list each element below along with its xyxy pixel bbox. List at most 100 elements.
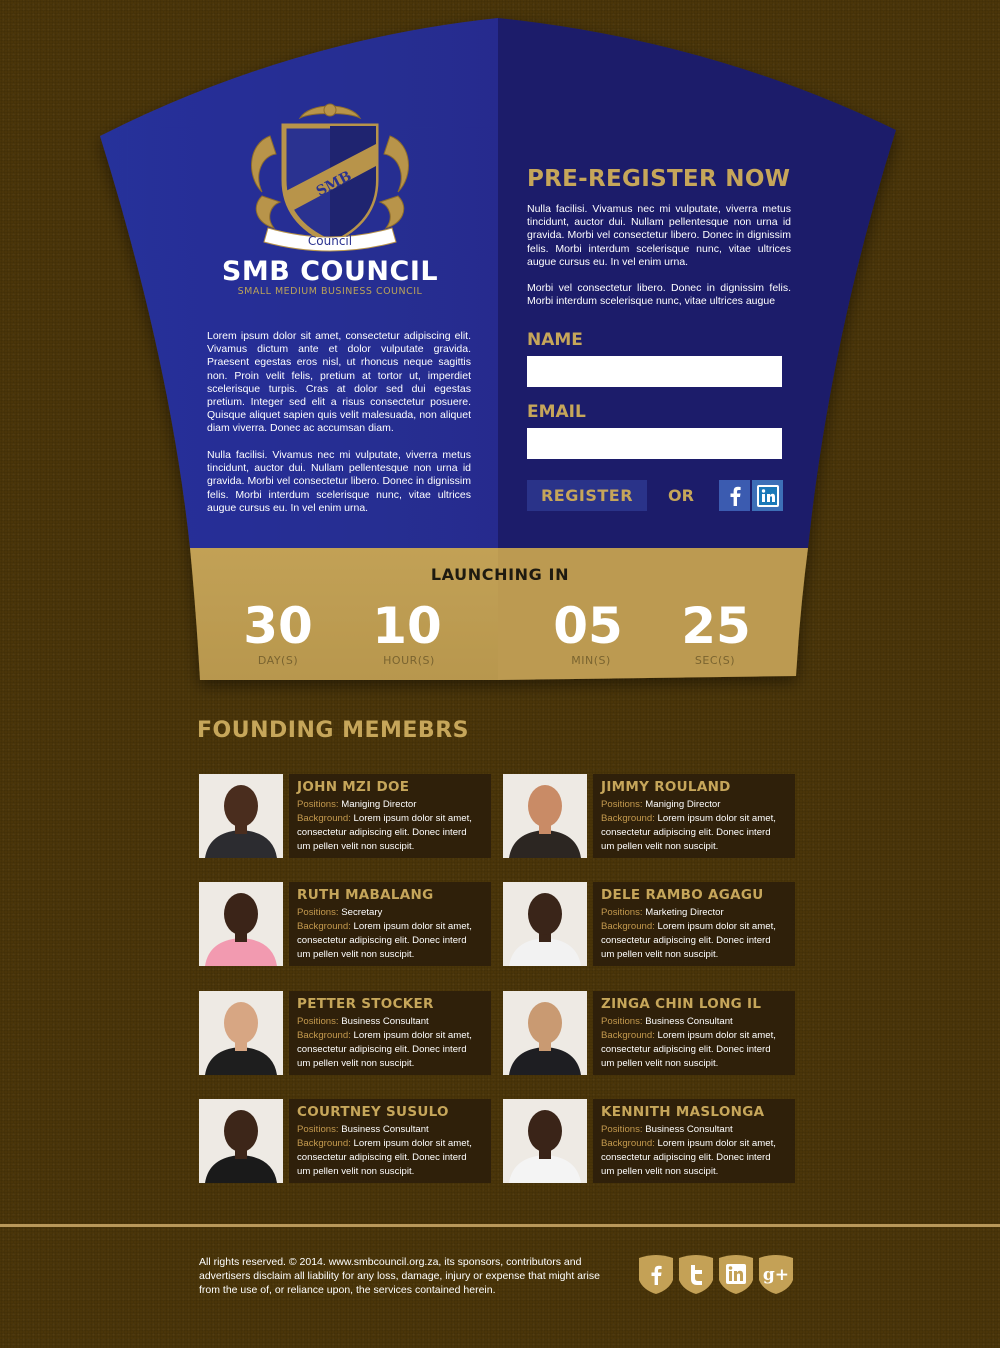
avatar-icon: [503, 882, 587, 966]
member-background-line: consectetur adipiscing elit. Donec inter…: [297, 1044, 467, 1055]
member-position: Maniging Director: [645, 799, 721, 810]
member-position: Marketing Director: [645, 907, 724, 918]
member-card: RUTH MABALANG Positions: Secretary Backgro…: [289, 882, 491, 966]
member-background-key: Background:: [297, 1138, 351, 1149]
countdown-secs: 25: [681, 597, 751, 655]
avatar-icon: [199, 882, 283, 966]
logo-crest: SMB Council: [251, 103, 409, 252]
member-name: PETTER STOCKER: [297, 996, 434, 1012]
member-position: Business Consultant: [645, 1124, 733, 1135]
member-background-line: Lorem ipsum dolor sit amet,: [353, 921, 472, 932]
footer-twitter-link[interactable]: [679, 1254, 713, 1294]
countdown-secs-label: SEC(S): [694, 654, 736, 667]
footer-google-plus-link[interactable]: g+: [759, 1254, 793, 1294]
name-field[interactable]: [527, 356, 782, 387]
linkedin-login-button[interactable]: [752, 480, 783, 511]
member-background-line: Lorem ipsum dolor sit amet,: [657, 1030, 776, 1041]
member-background-line: consectetur adipiscing elit. Donec inter…: [601, 1044, 771, 1055]
launching-heading: LAUNCHING IN: [430, 565, 570, 584]
member-background-line: Lorem ipsum dolor sit amet,: [353, 813, 472, 824]
member-position-key: Positions:: [601, 1124, 643, 1135]
linkedin-icon: [756, 484, 779, 507]
member-background-key: Background:: [297, 813, 351, 824]
member-background-line: consectetur adipiscing elit. Donec inter…: [297, 827, 467, 838]
member-card: KENNITH MASLONGA Positions: Business Cons…: [593, 1099, 795, 1183]
email-field[interactable]: [527, 428, 782, 459]
members-heading: FOUNDING MEMEBRS: [197, 718, 469, 743]
member-background-line: consectetur adipiscing elit. Donec inter…: [297, 1152, 467, 1163]
avatar-icon: [199, 991, 283, 1075]
avatar-icon: [199, 774, 283, 858]
member-name: RUTH MABALANG: [297, 887, 434, 903]
member-background-line: um pellen velit non suscipit.: [297, 949, 415, 960]
hero-panel: [100, 18, 896, 680]
member-position-key: Positions:: [297, 799, 339, 810]
member-photo: [503, 991, 587, 1075]
member-background-line: Lorem ipsum dolor sit amet,: [353, 1138, 472, 1149]
member-card: COURTNEY SUSULO Positions: Business Consu…: [289, 1099, 491, 1183]
avatar-icon: [503, 1099, 587, 1183]
brand-subtitle: SMALL MEDIUM BUSINESS COUNCIL: [237, 286, 423, 297]
register-heading: PRE-REGISTER NOW: [527, 166, 791, 192]
member-name: KENNITH MASLONGA: [601, 1104, 765, 1120]
member-card: PETTER STOCKER Positions: Business Consul…: [289, 991, 491, 1075]
twitter-icon: [679, 1255, 713, 1294]
google-plus-icon: g+: [759, 1255, 793, 1294]
countdown-days: 30: [243, 597, 313, 655]
member-background-line: um pellen velit non suscipit.: [297, 841, 415, 852]
member-position-key: Positions:: [297, 1016, 339, 1027]
member-card: JIMMY ROULAND Positions: Maniging Directo…: [593, 774, 795, 858]
member-position-key: Positions:: [601, 907, 643, 918]
member-name: ZINGA CHIN LONG IL: [601, 996, 762, 1012]
footer-disclaimer: All rights reserved. © 2014. www.smbcoun…: [199, 1256, 600, 1296]
member-position: Business Consultant: [341, 1124, 429, 1135]
member-photo: [199, 774, 283, 858]
member-background-line: um pellen velit non suscipit.: [601, 949, 719, 960]
facebook-icon: [730, 486, 741, 506]
member-photo: [503, 882, 587, 966]
countdown-hours-label: HOUR(S): [383, 654, 435, 667]
crest-ribbon-text: Council: [308, 234, 352, 248]
member-background-line: um pellen velit non suscipit.: [297, 1058, 415, 1069]
member-background-line: um pellen velit non suscipit.: [601, 1166, 719, 1177]
member-position-key: Positions:: [601, 799, 643, 810]
member-background-key: Background:: [297, 1030, 351, 1041]
member-background-line: consectetur adipiscing elit. Donec inter…: [601, 1152, 771, 1163]
member-position-key: Positions:: [297, 907, 339, 918]
brand-title: SMB COUNCIL: [221, 256, 439, 287]
facebook-icon: [639, 1255, 673, 1294]
member-photo: [199, 1099, 283, 1183]
member-background-line: Lorem ipsum dolor sit amet,: [353, 1030, 472, 1041]
member-card: DELE RAMBO AGAGU Positions: Marketing Dir…: [593, 882, 795, 966]
register-button[interactable]: REGISTER: [527, 480, 647, 511]
member-name: JOHN MZI DOE: [297, 779, 410, 795]
countdown-days-label: DAY(S): [257, 654, 299, 667]
avatar-icon: [199, 1099, 283, 1183]
member-position: Business Consultant: [645, 1016, 733, 1027]
linkedin-icon: [719, 1255, 753, 1294]
member-photo: [199, 991, 283, 1075]
footer-facebook-link[interactable]: [639, 1254, 673, 1294]
member-background-key: Background:: [297, 921, 351, 932]
member-background-line: um pellen velit non suscipit.: [297, 1166, 415, 1177]
member-background-line: Lorem ipsum dolor sit amet,: [657, 813, 776, 824]
member-card: JOHN MZI DOE Positions: Maniging Director…: [289, 774, 491, 858]
member-position: Secretary: [341, 907, 383, 918]
facebook-login-button[interactable]: [719, 480, 750, 511]
member-name: DELE RAMBO AGAGU: [601, 887, 764, 903]
countdown-mins: 05: [553, 597, 623, 655]
footer-linkedin-link[interactable]: [719, 1254, 753, 1294]
name-label: NAME: [527, 330, 583, 350]
member-background-key: Background:: [601, 1138, 655, 1149]
member-card: ZINGA CHIN LONG IL Positions: Business Co…: [593, 991, 795, 1075]
or-label: OR: [668, 486, 694, 505]
member-position-key: Positions:: [297, 1124, 339, 1135]
member-background-line: um pellen velit non suscipit.: [601, 1058, 719, 1069]
countdown-hours: 10: [372, 597, 442, 655]
intro-paragraph-2: Nulla facilisi. Vivamus nec mi vulputate…: [207, 449, 471, 514]
member-name: COURTNEY SUSULO: [297, 1104, 449, 1120]
member-photo: [199, 882, 283, 966]
member-position: Maniging Director: [341, 799, 417, 810]
footer-divider: [0, 1224, 1000, 1227]
email-label: EMAIL: [527, 402, 586, 422]
